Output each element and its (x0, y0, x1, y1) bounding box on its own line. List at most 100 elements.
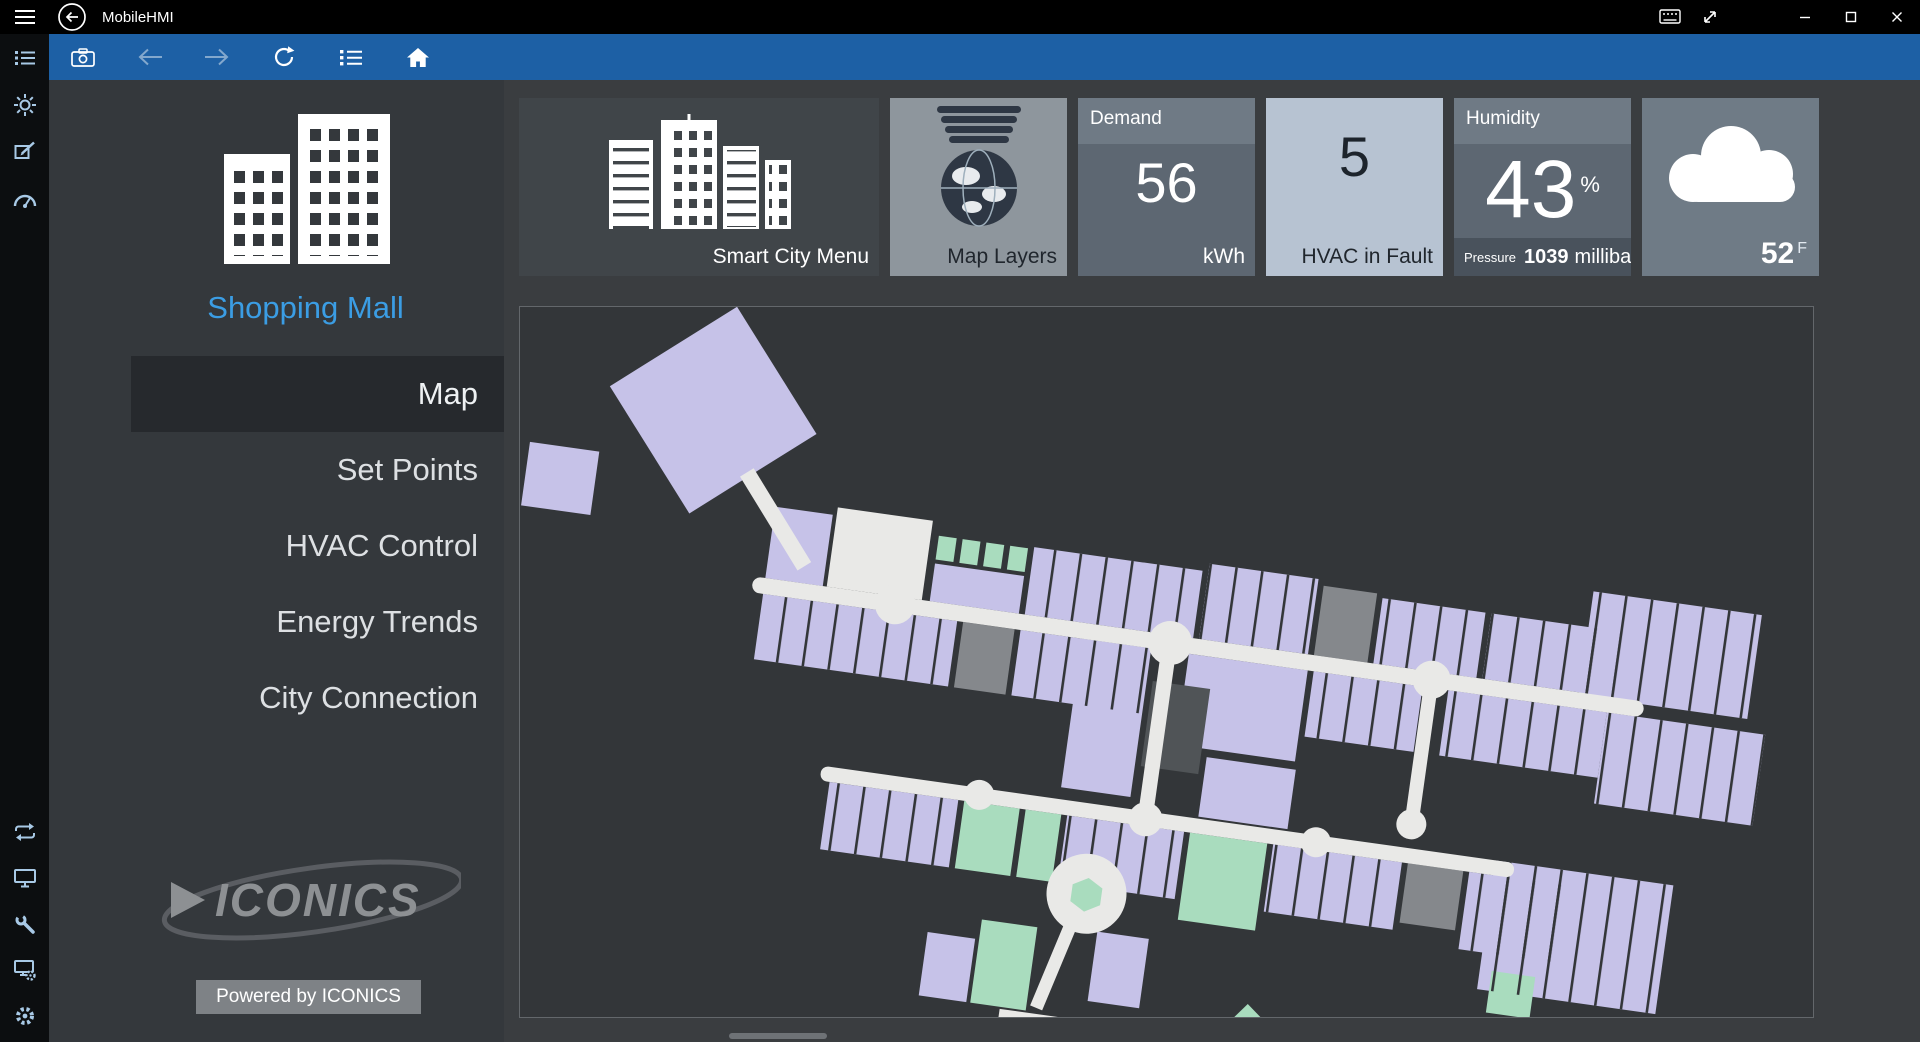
monitor-settings-icon (13, 959, 36, 981)
home-button[interactable] (384, 34, 451, 80)
close-icon (1892, 12, 1902, 22)
rail-top-icons (0, 46, 49, 211)
dashboard-tiles: Smart City Menu Map Layers Demand 56 kWh… (519, 98, 1819, 276)
refresh-icon (274, 46, 294, 67)
sidebar-item-set-points[interactable]: Set Points (49, 432, 504, 508)
brightness-icon (13, 94, 36, 116)
temperature-unit: F (1797, 240, 1807, 257)
brightness-button[interactable] (13, 93, 37, 117)
maximize-button[interactable] (1828, 0, 1874, 34)
site-icon (49, 108, 504, 268)
tile-map-layers[interactable]: Map Layers (890, 98, 1067, 276)
edit-panel-icon (14, 141, 35, 159)
mobilehmi-window: MobileHMI Shopping Mall Map Set Points H… (0, 0, 1920, 1042)
list-button[interactable] (13, 46, 37, 70)
settings-button[interactable] (13, 1004, 37, 1028)
fullscreen-button[interactable] (1690, 0, 1730, 34)
temperature-value: 52 (1760, 237, 1795, 270)
repeat-icon (14, 823, 35, 841)
monitor-settings-button[interactable] (13, 958, 37, 982)
hvac-fault-count: 5 (1338, 125, 1371, 188)
horizontal-scrollbar-thumb[interactable] (729, 1033, 827, 1039)
demand-value: 56 (1135, 151, 1198, 214)
tile-humidity[interactable]: Humidity 43 % Pressure 1039 millibars (1454, 98, 1631, 276)
city-buildings-icon (223, 114, 390, 264)
maximize-icon (1845, 11, 1857, 23)
tile-header: Humidity (1454, 98, 1631, 144)
sidebar-item-hvac-control[interactable]: HVAC Control (49, 508, 504, 584)
tile-label: HVAC in Fault (1301, 245, 1434, 268)
cloud-icon (1668, 126, 1795, 202)
touch-keyboard-button[interactable] (1650, 0, 1690, 34)
tile-hvac-fault[interactable]: 5 HVAC in Fault (1266, 98, 1443, 276)
sidebar-item-label: Energy Trends (276, 604, 478, 639)
refresh-button[interactable] (250, 34, 317, 80)
titlebar-back-icon (58, 3, 86, 31)
sidebar-item-label: Map (417, 376, 478, 411)
gauge-icon (13, 194, 36, 208)
wrench-icon (15, 914, 35, 934)
repeat-button[interactable] (13, 820, 37, 844)
smart-city-icon (609, 114, 791, 229)
humidity-unit: % (1580, 172, 1600, 197)
iconics-logo-text: ICONICS (215, 874, 421, 926)
tile-demand[interactable]: Demand 56 kWh (1078, 98, 1255, 276)
sidebar-item-label: Set Points (336, 452, 478, 487)
sidebar-item-label: HVAC Control (285, 528, 478, 563)
minimize-icon (1800, 16, 1810, 19)
titlebar-spacer (1730, 0, 1782, 34)
pressure-band: Pressure 1039 millibars (1454, 238, 1631, 276)
sidebar-item-city-connection[interactable]: City Connection (49, 660, 504, 736)
sidebar-item-energy-trends[interactable]: Energy Trends (49, 584, 504, 660)
humidity-value: 43 (1485, 144, 1577, 235)
tile-header: Demand (1078, 98, 1255, 144)
nav-back-button[interactable] (116, 34, 183, 80)
camera-button[interactable] (49, 34, 116, 80)
titlebar-back-button[interactable] (56, 1, 88, 33)
sidebar-menu: Map Set Points HVAC Control Energy Trend… (49, 356, 504, 736)
gauge-button[interactable] (13, 187, 37, 211)
tile-label: Map Layers (947, 245, 1057, 268)
sidebar-item-map[interactable]: Map (131, 356, 504, 432)
mall-floor-plan[interactable] (520, 306, 1813, 1042)
app-title: MobileHMI (102, 8, 174, 26)
hamburger-menu-icon[interactable] (0, 0, 49, 34)
sidebar-item-label: City Connection (259, 680, 478, 715)
demand-unit: kWh (1203, 245, 1245, 268)
tag-list-icon (339, 49, 362, 65)
rail-bottom-icons (0, 820, 49, 1028)
home-icon (406, 47, 429, 67)
humidity-value-group: 43 % (1454, 144, 1631, 236)
wrench-button[interactable] (13, 912, 37, 936)
globe-layers-icon (936, 106, 1021, 227)
settings-icon (15, 1007, 34, 1025)
fullscreen-icon (1704, 11, 1716, 23)
tile-weather[interactable]: 52 F (1642, 98, 1819, 276)
left-icon-rail (0, 34, 49, 1042)
minimize-button[interactable] (1782, 0, 1828, 34)
site-title: Shopping Mall (207, 290, 404, 325)
tile-smart-city-menu[interactable]: Smart City Menu (519, 98, 879, 276)
nav-forward-icon (204, 48, 228, 66)
temperature-group: 52 F (1761, 238, 1807, 270)
pressure-unit: millibars (1574, 245, 1631, 268)
monitor-icon (13, 868, 36, 887)
pressure-value: 1039 (1524, 245, 1569, 268)
mall-map-panel[interactable] (519, 306, 1814, 1042)
navigation-toolbar (49, 34, 1920, 80)
list-icon (14, 51, 35, 65)
nav-back-icon (138, 48, 162, 66)
close-button[interactable] (1874, 0, 1920, 34)
titlebar-right (1650, 0, 1920, 34)
titlebar: MobileHMI (0, 0, 1920, 34)
edit-panel-button[interactable] (13, 140, 37, 164)
nav-forward-button[interactable] (183, 34, 250, 80)
sidebar: Shopping Mall Map Set Points HVAC Contro… (49, 80, 504, 1042)
powered-by-label: Powered by ICONICS (196, 980, 421, 1014)
pressure-label: Pressure (1464, 249, 1517, 265)
tag-list-button[interactable] (317, 34, 384, 80)
camera-icon (70, 47, 95, 67)
tile-label: Smart City Menu (712, 245, 869, 268)
monitor-button[interactable] (13, 866, 37, 890)
touch-keyboard-icon (1659, 9, 1681, 24)
